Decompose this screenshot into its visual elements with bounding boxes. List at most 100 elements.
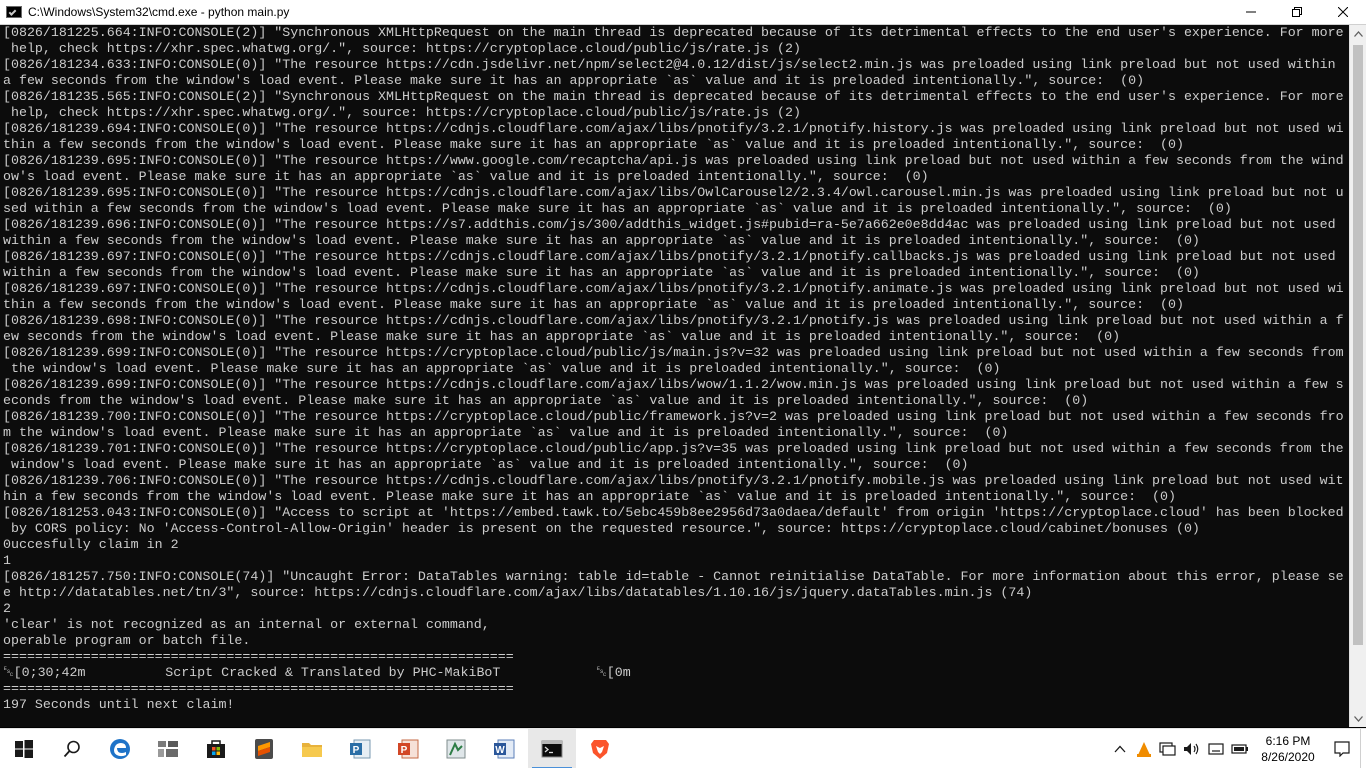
console-line: sed within a few seconds from the window… (3, 201, 1232, 216)
battery-icon (1231, 743, 1248, 754)
console-line: within a few seconds from the window's l… (3, 233, 1200, 248)
console-line: [0826/181257.750:INFO:CONSOLE(74)] "Unca… (3, 569, 1344, 584)
tray-battery-button[interactable] (1228, 729, 1252, 768)
console-line: help, check https://xhr.spec.whatwg.org/… (3, 41, 801, 56)
console-line: e http://datatables.net/tn/3", source: h… (3, 585, 1033, 600)
console-line: [0826/181253.043:INFO:CONSOLE(0)] "Acces… (3, 505, 1344, 520)
scroll-thumb[interactable] (1353, 45, 1363, 645)
vertical-scrollbar[interactable] (1349, 25, 1366, 727)
console-line: 1 (3, 553, 11, 568)
volume-icon (1184, 742, 1199, 755)
keyboard-icon (1208, 742, 1224, 755)
folder-icon (302, 742, 322, 757)
show-hidden-icons-button[interactable] (1108, 729, 1132, 768)
console-line: by CORS policy: No 'Access-Control-Allow… (3, 521, 1200, 536)
console-line: [0826/181239.697:INFO:CONSOLE(0)] "The r… (3, 281, 1344, 296)
edge-button[interactable] (96, 729, 144, 768)
store-button[interactable] (192, 729, 240, 768)
network-icon (1159, 741, 1176, 756)
brave-button[interactable] (576, 729, 624, 768)
console-line: window's load event. Please make sure it… (3, 457, 969, 472)
window-title: C:\Windows\System32\cmd.exe - python mai… (28, 5, 290, 19)
edge-icon (110, 738, 130, 759)
console-output[interactable]: [0826/181225.664:INFO:CONSOLE(2)] "Synch… (0, 25, 1349, 727)
tray-network-button[interactable] (1156, 729, 1180, 768)
console-line: 0uccesfully claim in 2 (3, 537, 179, 552)
console-line: thin a few seconds from the window's loa… (3, 297, 1184, 312)
svg-text:W: W (495, 745, 505, 756)
console-line: a few seconds from the window's load eve… (3, 73, 1145, 88)
tray-language-button[interactable] (1204, 729, 1228, 768)
word-icon: W (494, 739, 515, 758)
console-line: [0826/181225.664:INFO:CONSOLE(2)] "Synch… (3, 25, 1344, 40)
task-view-icon (158, 740, 178, 757)
scroll-up-button[interactable] (1350, 25, 1366, 42)
console-line: 'clear' is not recognized as an internal… (3, 617, 490, 632)
minimize-button[interactable] (1228, 0, 1274, 25)
console-line: [0826/181239.699:INFO:CONSOLE(0)] "The r… (3, 377, 1344, 392)
console-line: econds from the window's load event. Ple… (3, 393, 1089, 408)
system-tray: 6:16 PM 8/26/2020 (1108, 728, 1366, 768)
console-line: within a few seconds from the window's l… (3, 265, 1200, 280)
clock-date: 8/26/2020 (1261, 749, 1315, 764)
console-line: [0826/181239.701:INFO:CONSOLE(0)] "The r… (3, 441, 1344, 456)
cmd-icon (541, 740, 563, 757)
store-icon (207, 739, 225, 758)
sublime-icon (255, 738, 273, 759)
task-view-button[interactable] (144, 729, 192, 768)
console-line: m the window's load event. Please make s… (3, 425, 1009, 440)
console-line: [0826/181239.696:INFO:CONSOLE(0)] "The r… (3, 217, 1336, 232)
word-button[interactable]: W (480, 729, 528, 768)
close-button[interactable] (1320, 0, 1366, 25)
console-line: [0826/181239.700:INFO:CONSOLE(0)] "The r… (3, 409, 1344, 424)
cmd-app-icon[interactable] (6, 6, 22, 18)
console-line: ow's load event. Please make sure it has… (3, 169, 929, 184)
powerpoint-button[interactable]: P (384, 729, 432, 768)
taskbar-clock[interactable]: 6:16 PM 8/26/2020 (1252, 729, 1324, 768)
console-line: [0826/181239.695:INFO:CONSOLE(0)] "The r… (3, 153, 1344, 168)
app-icon (446, 739, 466, 758)
tray-vlc-button[interactable] (1132, 729, 1156, 768)
sublime-button[interactable] (240, 729, 288, 768)
window-title-bar[interactable]: C:\Windows\System32\cmd.exe - python mai… (0, 0, 1366, 25)
console-line: [0826/181239.706:INFO:CONSOLE(0)] "The r… (3, 473, 1344, 488)
close-icon (1338, 7, 1348, 17)
publisher-button[interactable]: P (336, 729, 384, 768)
console-line: help, check https://xhr.spec.whatwg.org/… (3, 105, 801, 120)
minimize-icon (1246, 11, 1256, 13)
notification-icon (1334, 740, 1350, 757)
console-line: the window's load event. Please make sur… (3, 361, 1001, 376)
console-line: [0826/181239.699:INFO:CONSOLE(0)] "The r… (3, 345, 1344, 360)
file-explorer-button[interactable] (288, 729, 336, 768)
windows-logo-icon (15, 739, 33, 758)
search-icon (63, 740, 80, 757)
scroll-down-button[interactable] (1350, 710, 1366, 727)
console-line: [0826/181234.633:INFO:CONSOLE(0)] "The r… (3, 57, 1336, 72)
search-button[interactable] (48, 729, 96, 768)
tray-volume-button[interactable] (1180, 729, 1204, 768)
console-line: [0826/181239.695:INFO:CONSOLE(0)] "The r… (3, 185, 1344, 200)
start-button[interactable] (0, 729, 48, 768)
taskbar: P P W 6:16 PM 8/26/2020 (0, 728, 1366, 768)
console-line: ========================================… (3, 681, 514, 696)
console-line: [0826/181239.697:INFO:CONSOLE(0)] "The r… (3, 249, 1336, 264)
console-line: hin a few seconds from the window's load… (3, 489, 1176, 504)
chevron-down-icon (1354, 715, 1363, 722)
vlc-icon (1137, 741, 1151, 757)
console-line: thin a few seconds from the window's loa… (3, 137, 1184, 152)
svg-text:P: P (353, 745, 360, 756)
action-center-button[interactable] (1324, 729, 1360, 768)
chevron-up-icon (1114, 745, 1126, 752)
console-line: [0826/181235.565:INFO:CONSOLE(2)] "Synch… (3, 89, 1344, 104)
show-desktop-button[interactable] (1360, 728, 1366, 768)
console-line: [0826/181239.694:INFO:CONSOLE(0)] "The r… (3, 121, 1344, 136)
restore-icon (1292, 7, 1302, 17)
clock-time: 6:16 PM (1265, 733, 1311, 748)
console-line: 197 Seconds until next claim! (3, 697, 235, 712)
publisher-icon: P (350, 739, 371, 758)
cmd-button[interactable] (528, 728, 576, 768)
maximize-button[interactable] (1274, 0, 1320, 25)
chevron-up-icon (1354, 30, 1363, 37)
app-button[interactable] (432, 729, 480, 768)
console-line: 2 (3, 601, 11, 616)
